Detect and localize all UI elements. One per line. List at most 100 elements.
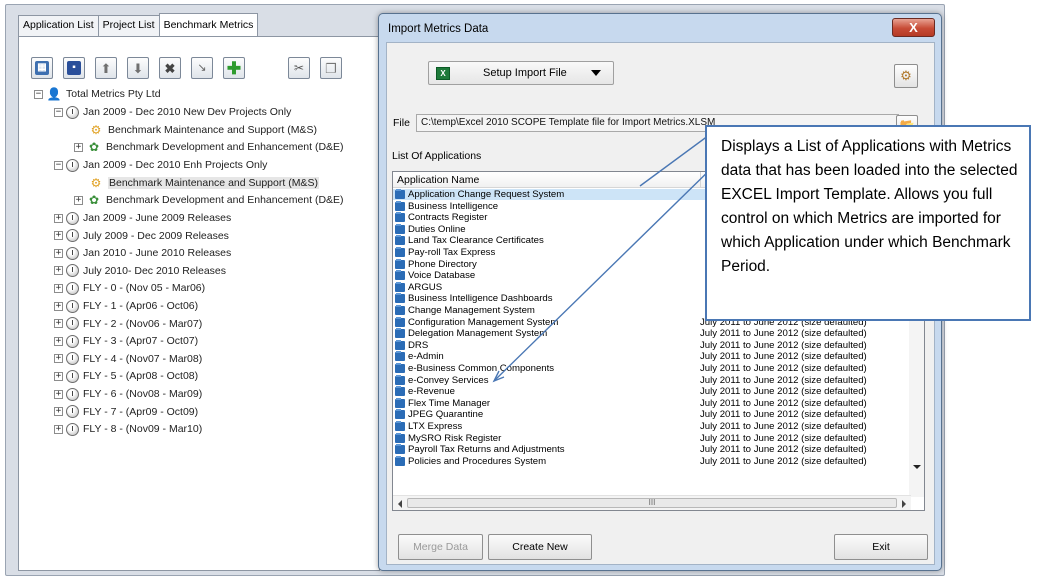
column-application-name[interactable]: Application Name [393, 172, 701, 188]
setup-import-file-dropdown[interactable]: X Setup Import File [428, 61, 614, 85]
tab-application-list[interactable]: Application List [18, 15, 99, 36]
expand-icon[interactable]: + [54, 248, 63, 258]
expand-icon[interactable]: + [54, 424, 63, 434]
tree-period[interactable]: + FLY - 5 - (Apr08 - Oct08) [54, 368, 198, 384]
merge-data-button[interactable]: Merge Data [398, 534, 483, 560]
application-icon [395, 374, 405, 385]
application-row[interactable]: e-Business Common Components July 2011 to… [393, 363, 911, 374]
tree-period[interactable]: + FLY - 7 - (Apr09 - Oct09) [54, 404, 198, 420]
application-icon [395, 351, 405, 362]
tree-period[interactable]: + FLY - 0 - (Nov 05 - Mar06) [54, 280, 205, 296]
edit-icon[interactable]: ↘ [191, 57, 213, 79]
application-row[interactable]: e-Revenue July 2011 to June 2012 (size de… [393, 386, 911, 397]
expand-icon[interactable]: + [54, 407, 63, 417]
tree-period[interactable]: + July 2010- Dec 2010 Releases [54, 263, 226, 279]
clock-icon [66, 352, 79, 366]
application-row[interactable]: JPEG Quarantine July 2011 to June 2012 (s… [393, 409, 911, 420]
tree-period-label: July 2009 - Dec 2009 Releases [83, 229, 229, 242]
tree-group-new-dev[interactable]: − Jan 2009 - Dec 2010 New Dev Projects O… [54, 104, 291, 120]
tree-period[interactable]: + FLY - 3 - (Apr07 - Oct07) [54, 333, 198, 349]
expand-icon[interactable]: + [54, 213, 63, 223]
tree-period[interactable]: + Jan 2010 - June 2010 Releases [54, 245, 231, 261]
application-row[interactable]: MySRO Risk Register July 2011 to June 201… [393, 432, 911, 444]
tab-project-list[interactable]: Project List [97, 15, 160, 36]
application-icon [395, 455, 405, 466]
clock-icon [66, 281, 79, 295]
expand-icon[interactable]: + [54, 301, 63, 311]
tree-group-label: Jan 2009 - Dec 2010 New Dev Projects Onl… [83, 106, 292, 118]
expand-icon[interactable]: + [54, 354, 63, 364]
expand-icon[interactable]: + [74, 195, 83, 205]
application-icon [395, 328, 405, 339]
tree-root[interactable]: − 👤 Total Metrics Pty Ltd [34, 86, 161, 102]
save-icon[interactable]: ▪ [63, 57, 85, 79]
tree-period[interactable]: + FLY - 6 - (Nov08 - Mar09) [54, 386, 202, 402]
expand-icon[interactable]: + [74, 142, 83, 152]
application-icon [395, 212, 405, 223]
tree-period[interactable]: + July 2009 - Dec 2009 Releases [54, 228, 229, 244]
application-row[interactable]: DRS July 2011 to June 2012 (size defaulte… [393, 339, 911, 351]
scroll-left-icon[interactable] [398, 500, 402, 508]
scroll-thumb[interactable]: III [407, 498, 897, 508]
application-row[interactable]: Policies and Procedures System July 2011 … [393, 455, 911, 467]
tab-benchmark-metrics[interactable]: Benchmark Metrics [158, 13, 259, 36]
tree-period[interactable]: + FLY - 8 - (Nov09 - Mar10) [54, 421, 202, 437]
application-name: Business Intelligence Dashboards [408, 293, 553, 305]
tree-item-ms-selected[interactable]: ⚙ Benchmark Maintenance and Support (M&S… [88, 175, 319, 191]
tree-period[interactable]: + FLY - 4 - (Nov07 - Mar08) [54, 351, 202, 367]
delete-icon[interactable]: ✖ [159, 57, 181, 79]
tree-item-de[interactable]: + ✿ Benchmark Development and Enhancemen… [74, 139, 344, 155]
benchmark-period: July 2011 to June 2012 (size defaulted) [700, 397, 867, 409]
chevron-down-icon [591, 70, 601, 76]
tree-period-label: FLY - 8 - (Nov09 - Mar10) [83, 423, 203, 436]
application-row[interactable]: e-Convey Services July 2011 to June 2012 … [393, 374, 911, 386]
application-name: Payroll Tax Returns and Adjustments [408, 444, 565, 456]
expand-icon[interactable]: + [54, 371, 63, 381]
expand-icon[interactable]: + [54, 283, 63, 293]
tree-period[interactable]: + Jan 2009 - June 2009 Releases [54, 210, 231, 226]
tree-item-ms[interactable]: ⚙ Benchmark Maintenance and Support (M&S… [88, 122, 317, 138]
excel-icon[interactable]: ▦ [31, 57, 53, 79]
horizontal-scrollbar[interactable]: III [393, 495, 911, 510]
collapse-icon[interactable]: − [54, 160, 63, 170]
tree-group-enh[interactable]: − Jan 2009 - Dec 2010 Enh Projects Only [54, 157, 267, 173]
toolbar: ▦ ▪ ⬆ ⬇ ✖ ↘ ✚ ✂ ❐ [31, 57, 352, 79]
collapse-icon[interactable]: − [54, 107, 63, 117]
application-icon [395, 363, 405, 373]
application-name: LTX Express [408, 421, 463, 432]
expand-icon[interactable]: + [54, 319, 63, 329]
cut-icon[interactable]: ✂ [288, 57, 310, 79]
application-row[interactable]: LTX Express July 2011 to June 2012 (size … [393, 421, 911, 432]
settings-button[interactable]: ⚙ [894, 64, 918, 88]
application-row[interactable]: Delegation Management System July 2011 to… [393, 328, 911, 339]
collapse-icon[interactable]: − [34, 89, 43, 99]
clock-icon [66, 211, 79, 225]
tree-period[interactable]: + FLY - 2 - (Nov06 - Mar07) [54, 316, 202, 332]
create-new-button[interactable]: Create New [488, 534, 592, 560]
tree-period[interactable]: + FLY - 1 - (Apr06 - Oct06) [54, 298, 198, 314]
expand-icon[interactable]: + [54, 389, 63, 399]
add-icon[interactable]: ✚ [223, 57, 245, 79]
application-name: Flex Time Manager [408, 397, 491, 409]
tree-item-de[interactable]: + ✿ Benchmark Development and Enhancemen… [74, 192, 344, 208]
application-icon [395, 189, 405, 199]
tree-item-label: Benchmark Maintenance and Support (M&S) [108, 177, 319, 189]
move-down-icon[interactable]: ⬇ [127, 57, 149, 79]
expand-icon[interactable]: + [54, 336, 63, 346]
application-row[interactable]: Payroll Tax Returns and Adjustments July … [393, 444, 911, 455]
scroll-down-icon[interactable] [913, 465, 921, 469]
exit-button[interactable]: Exit [834, 534, 928, 560]
development-icon: ✿ [88, 140, 100, 154]
expand-icon[interactable]: + [54, 231, 63, 241]
clock-icon [66, 317, 79, 331]
scroll-right-icon[interactable] [902, 500, 906, 508]
application-row[interactable]: Flex Time Manager July 2011 to June 2012 … [393, 397, 911, 409]
tree-period-label: FLY - 2 - (Nov06 - Mar07) [83, 317, 203, 330]
benchmark-period: July 2011 to June 2012 (size defaulted) [700, 386, 867, 398]
copy-icon[interactable]: ❐ [320, 57, 342, 79]
application-row[interactable]: e-Admin July 2011 to June 2012 (size defa… [393, 351, 911, 362]
expand-icon[interactable]: + [54, 266, 63, 276]
benchmark-period: July 2011 to June 2012 (size defaulted) [700, 409, 867, 421]
move-up-icon[interactable]: ⬆ [95, 57, 117, 79]
close-button[interactable]: X [892, 18, 935, 37]
